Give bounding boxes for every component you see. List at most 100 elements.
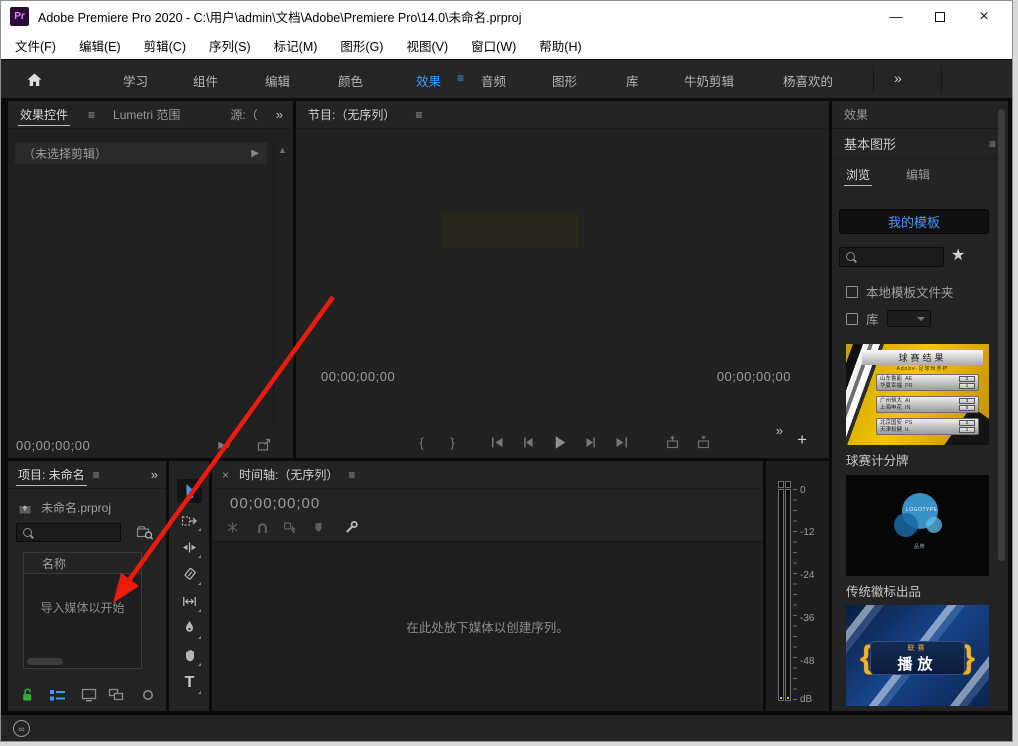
template-thumbnail-game[interactable]: { } 联赛 播放 <box>846 605 989 706</box>
local-templates-filter[interactable]: 本地模板文件夹 <box>846 282 954 301</box>
menu-graphics[interactable]: 图形(G) <box>332 36 391 55</box>
menu-help[interactable]: 帮助(H) <box>531 36 589 55</box>
expand-right-icon[interactable]: ▶ <box>251 148 259 159</box>
slip-tool[interactable] <box>177 589 202 613</box>
hand-tool[interactable] <box>177 643 202 667</box>
libraries-dropdown[interactable] <box>887 310 931 327</box>
extract-button[interactable] <box>696 434 712 450</box>
essential-graphics-scrollbar[interactable] <box>998 109 1005 561</box>
template-thumbnail-logo[interactable]: LOGOTYPE 品牌 <box>846 475 989 576</box>
pen-tool[interactable] <box>177 616 202 640</box>
play-button[interactable] <box>552 434 568 450</box>
tab-program-monitor[interactable]: 节目:（无序列） <box>306 101 397 130</box>
close-button[interactable]: × <box>962 1 1006 32</box>
lift-button[interactable] <box>665 434 681 450</box>
play-audio-icon[interactable]: ▶♪ <box>218 440 231 451</box>
menu-window[interactable]: 窗口(W) <box>463 36 524 55</box>
program-panel-menu-icon[interactable]: ≡ <box>415 108 422 122</box>
project-search-box[interactable] <box>16 523 121 542</box>
scroll-up-icon[interactable]: ▲ <box>278 145 287 155</box>
template-thumbnail-scoreboard[interactable]: 球赛结果 Adobe·足球世界杯 山东鲁能AE2 华夏幸福PR1 广州恒大AI3… <box>846 344 989 445</box>
workspace-tab-effects[interactable]: 效果 <box>416 71 441 90</box>
timeline-panel-menu-icon[interactable]: ≡ <box>348 468 355 482</box>
selection-tool[interactable] <box>177 479 202 503</box>
workspace-tab-custom-1[interactable]: 牛奶剪辑 <box>684 71 734 90</box>
tab-source-monitor[interactable]: 源:（ <box>228 101 259 130</box>
project-panel-menu-icon[interactable]: ≡ <box>93 468 100 482</box>
timeline-drop-zone[interactable]: 在此处放下媒体以创建序列。 <box>212 541 763 711</box>
project-column-header[interactable]: 名称 <box>24 553 141 574</box>
menu-markers[interactable]: 标记(M) <box>266 36 326 55</box>
template-library-dropdown[interactable]: 我的模板 <box>839 209 989 234</box>
home-button[interactable] <box>17 67 51 92</box>
essential-graphics-menu-icon[interactable]: ≡ <box>989 137 996 151</box>
transport-overflow-chevron[interactable]: » <box>776 423 783 438</box>
workspace-tab-audio[interactable]: 音频 <box>481 71 506 90</box>
workspace-menu-icon[interactable]: ≡ <box>457 71 464 85</box>
navigate-up-icon[interactable] <box>18 501 33 515</box>
workspace-tab-libraries[interactable]: 库 <box>626 71 639 90</box>
razor-tool[interactable] <box>177 562 202 586</box>
menu-clip[interactable]: 剪辑(C) <box>136 36 194 55</box>
libraries-filter[interactable]: 库 <box>846 309 931 328</box>
timeline-timecode[interactable]: 00;00;00;00 <box>230 495 320 512</box>
workspace-tab-editing[interactable]: 编辑 <box>265 71 290 90</box>
step-forward-button[interactable] <box>583 434 599 450</box>
panel-menu-icon[interactable]: ≡ <box>88 108 95 122</box>
creative-cloud-icon[interactable]: ∞ <box>13 720 30 737</box>
menu-sequence[interactable]: 序列(S) <box>201 36 259 55</box>
tab-lumetri-scopes[interactable]: Lumetri 范围 <box>111 101 182 130</box>
libraries-checkbox[interactable] <box>846 313 858 325</box>
search-bin-icon[interactable] <box>136 524 154 541</box>
effect-controls-timecode[interactable]: 00;00;00;00 <box>16 438 90 453</box>
workspace-tab-custom-2[interactable]: 杨喜欢的 <box>783 71 833 90</box>
workspace-tab-graphics[interactable]: 图形 <box>552 71 577 90</box>
audio-meter[interactable]: 0 -12 -24 -36 -48 dB <box>766 461 829 711</box>
workspace-tab-learning[interactable]: 学习 <box>123 71 148 90</box>
tab-browse[interactable]: 浏览 <box>844 159 872 190</box>
mark-in-button[interactable]: { <box>414 434 430 450</box>
project-writable-lock-icon[interactable] <box>18 687 36 703</box>
workspace-tab-color[interactable]: 颜色 <box>338 71 363 90</box>
go-to-out-button[interactable] <box>614 434 630 450</box>
project-file-row[interactable]: 未命名.prproj <box>18 499 111 516</box>
project-search-input[interactable] <box>38 526 115 540</box>
template-search-input[interactable] <box>861 250 938 264</box>
template-card-game[interactable]: { } 联赛 播放 游戏开场 <box>846 605 989 711</box>
maximize-button[interactable] <box>918 1 962 32</box>
panel-overflow-chevron[interactable]: » <box>276 107 283 122</box>
template-card-logo[interactable]: LOGOTYPE 品牌 传统徽标出品 <box>846 475 989 600</box>
type-tool[interactable]: T <box>177 671 202 695</box>
tab-effect-controls[interactable]: 效果控件 <box>18 101 70 130</box>
project-overflow-chevron[interactable]: » <box>151 467 158 482</box>
step-back-button[interactable] <box>521 434 537 450</box>
project-hscrollbar[interactable] <box>27 658 63 665</box>
add-marker-icon[interactable] <box>310 519 326 535</box>
mark-out-button[interactable]: } <box>445 434 461 450</box>
freeform-view-icon[interactable] <box>108 687 126 703</box>
timeline-settings-wrench-icon[interactable] <box>343 519 359 535</box>
program-current-timecode[interactable]: 00;00;00;00 <box>321 369 395 384</box>
menu-edit[interactable]: 编辑(E) <box>71 36 129 55</box>
track-select-forward-tool[interactable] <box>177 508 202 532</box>
tab-edit[interactable]: 编辑 <box>904 159 932 190</box>
icon-view-icon[interactable] <box>80 687 98 703</box>
menu-file[interactable]: 文件(F) <box>7 36 64 55</box>
list-view-icon[interactable] <box>48 687 66 703</box>
tab-project[interactable]: 项目: 未命名 <box>16 461 87 490</box>
zoom-slider-knob[interactable] <box>139 687 157 703</box>
workspace-tab-assembly[interactable]: 组件 <box>193 71 218 90</box>
snap-magnet-icon[interactable] <box>254 519 270 535</box>
export-frame-icon[interactable] <box>257 438 271 452</box>
ripple-edit-tool[interactable] <box>177 535 202 559</box>
linked-selection-icon[interactable] <box>282 519 298 535</box>
timeline-close-icon[interactable]: × <box>222 468 229 482</box>
go-to-in-button[interactable] <box>490 434 506 450</box>
favorites-star-icon[interactable]: ★ <box>951 245 965 265</box>
button-editor-add-icon[interactable]: + <box>797 430 807 450</box>
tab-effects[interactable]: 效果 <box>842 101 870 130</box>
workspace-overflow-chevron[interactable]: » <box>894 70 902 86</box>
template-search-box[interactable] <box>839 247 944 267</box>
local-templates-checkbox[interactable] <box>846 286 858 298</box>
tab-timeline[interactable]: 时间轴:（无序列） <box>237 461 340 490</box>
